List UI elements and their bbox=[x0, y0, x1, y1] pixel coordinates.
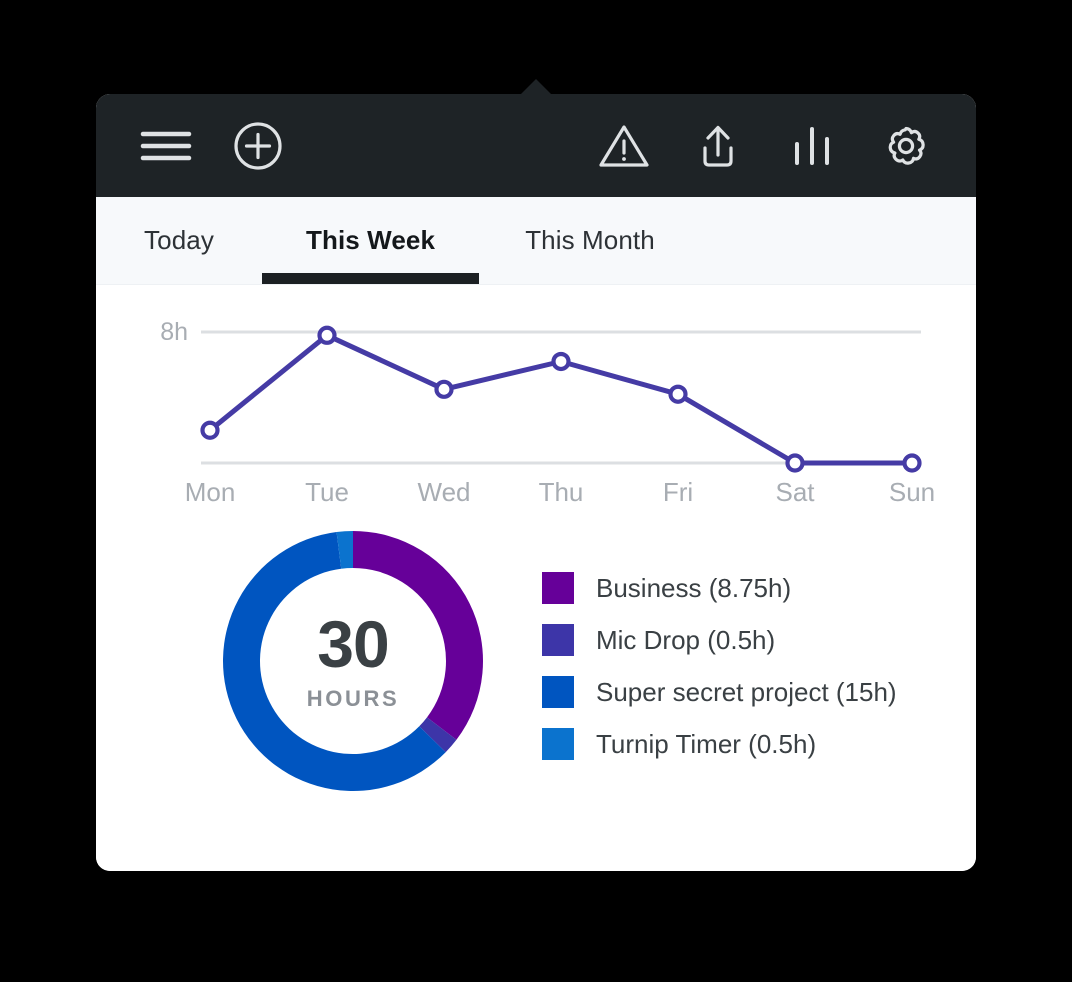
project-breakdown-section: 30 HOURS Business (8.75h) Mic Drop (0.5h)… bbox=[96, 510, 976, 850]
upload-icon bbox=[693, 121, 743, 171]
tab-today[interactable]: Today bbox=[96, 197, 262, 284]
data-point-marker[interactable] bbox=[200, 420, 220, 440]
data-point-marker[interactable] bbox=[902, 453, 922, 473]
toolbar bbox=[96, 94, 976, 197]
legend-item[interactable]: Super secret project (15h) bbox=[542, 676, 897, 708]
legend-label: Mic Drop (0.5h) bbox=[596, 624, 776, 655]
x-axis-tick-label: Sat bbox=[775, 477, 815, 507]
x-axis-tick-label: Fri bbox=[663, 477, 693, 507]
donut-legend: Business (8.75h) Mic Drop (0.5h) Super sec… bbox=[542, 572, 897, 760]
tab-label: This Week bbox=[305, 225, 436, 255]
legend-item[interactable]: Turnip Timer (0.5h) bbox=[542, 728, 897, 760]
x-axis-tick-label: Mon bbox=[185, 477, 236, 507]
gear-icon bbox=[878, 118, 934, 174]
menu-button[interactable] bbox=[138, 118, 194, 174]
weekly-hours-line-chart: 8h Mon Tue Wed Thu Fri Sat Sun bbox=[96, 285, 976, 510]
warning-triangle-icon bbox=[598, 122, 650, 170]
export-button[interactable] bbox=[690, 118, 746, 174]
toolbar-left-group bbox=[138, 118, 286, 174]
x-axis-tick-label: Sun bbox=[889, 477, 935, 507]
legend-item[interactable]: Mic Drop (0.5h) bbox=[542, 624, 897, 656]
legend-label: Turnip Timer (0.5h) bbox=[596, 728, 817, 759]
content-area: 8h Mon Tue Wed Thu Fri Sat Sun 30 HOURS Busines… bbox=[96, 285, 976, 871]
legend-color-swatch bbox=[542, 572, 574, 604]
plus-circle-icon bbox=[233, 121, 283, 171]
tab-label: This Month bbox=[525, 225, 655, 255]
legend-label: Business (8.75h) bbox=[596, 572, 792, 603]
settings-button[interactable] bbox=[878, 118, 934, 174]
legend-color-swatch bbox=[542, 676, 574, 708]
tab-this-week[interactable]: This Week bbox=[262, 197, 479, 284]
data-point-marker[interactable] bbox=[785, 453, 805, 473]
add-entry-button[interactable] bbox=[230, 118, 286, 174]
reports-button[interactable] bbox=[784, 118, 840, 174]
data-point-marker[interactable] bbox=[434, 379, 454, 399]
project-donut-chart[interactable] bbox=[208, 516, 498, 806]
alerts-button[interactable] bbox=[596, 118, 652, 174]
tab-this-month[interactable]: This Month bbox=[479, 197, 701, 284]
x-axis-tick-label: Wed bbox=[418, 477, 471, 507]
data-point-marker[interactable] bbox=[668, 384, 688, 404]
popover-pointer bbox=[520, 79, 552, 95]
y-axis-tick-label: 8h bbox=[160, 318, 188, 346]
legend-color-swatch bbox=[542, 728, 574, 760]
legend-color-swatch bbox=[542, 624, 574, 656]
legend-label: Super secret project (15h) bbox=[596, 676, 897, 707]
data-point-marker[interactable] bbox=[551, 351, 571, 372]
tab-label: Today bbox=[144, 225, 214, 255]
tab-bar: Today This Week This Month bbox=[96, 197, 976, 285]
hamburger-icon bbox=[140, 129, 192, 163]
toolbar-right-group bbox=[596, 118, 942, 174]
screen: Today This Week This Month 8h Mon Tue Wed Th… bbox=[0, 0, 1072, 982]
bar-chart-icon bbox=[791, 123, 833, 169]
x-axis-tick-label: Thu bbox=[539, 477, 584, 507]
data-point-marker[interactable] bbox=[317, 325, 337, 345]
app-window: Today This Week This Month 8h Mon Tue Wed Th… bbox=[96, 94, 976, 871]
legend-item[interactable]: Business (8.75h) bbox=[542, 572, 897, 604]
x-axis-tick-label: Tue bbox=[305, 477, 349, 507]
donut-segment[interactable] bbox=[353, 531, 483, 740]
